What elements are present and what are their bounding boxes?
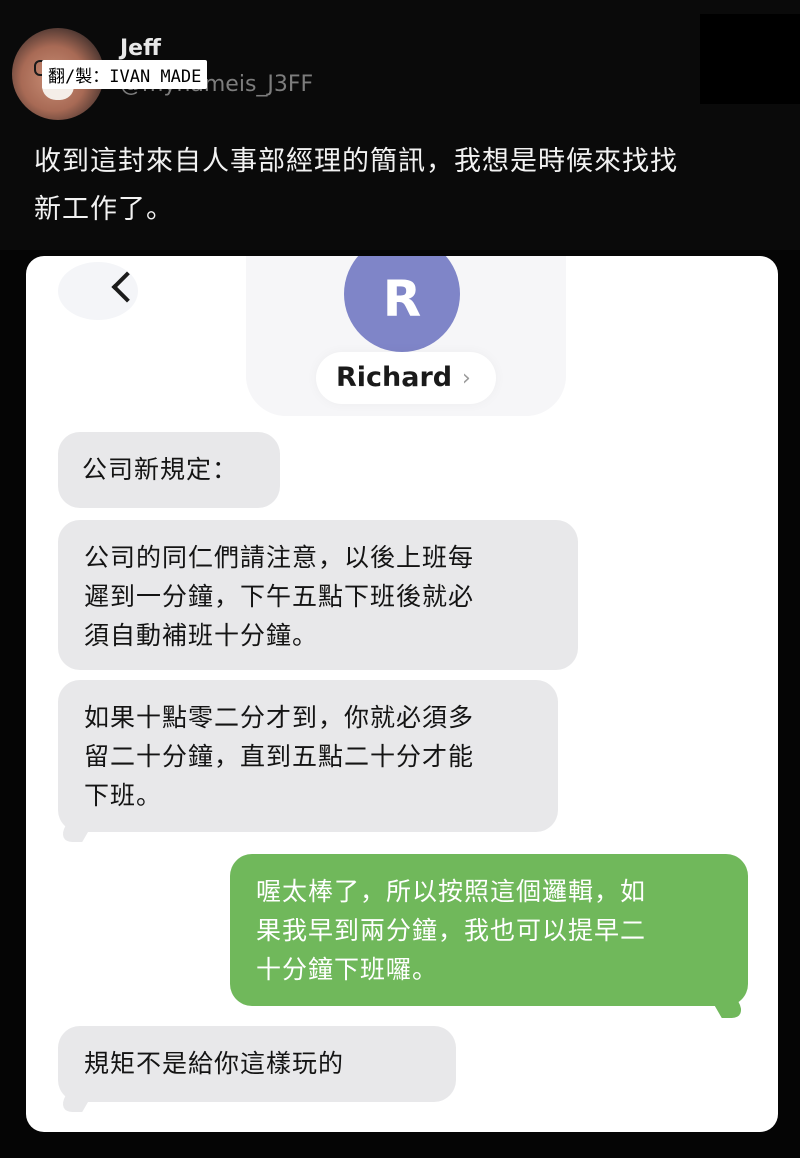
message-tail bbox=[710, 998, 748, 1018]
message-line: 須自動補班十分鐘。 bbox=[84, 621, 319, 650]
outgoing-message[interactable]: 喔太棒了，所以按照這個邏輯，如 果我早到兩分鐘，我也可以提早二 十分鐘下班囉。 bbox=[230, 854, 748, 1006]
post-text-line: 收到這封來自人事部經理的簡訊，我想是時候來找找 bbox=[34, 146, 678, 177]
post-header: Jeff @mynameis_J3FF 翻/製：IVAN MADE 收到這封來自… bbox=[0, 0, 800, 250]
contact-name-button[interactable]: Richard › bbox=[316, 352, 496, 404]
back-button[interactable] bbox=[58, 262, 143, 320]
credit-label: 翻/製：IVAN MADE bbox=[42, 60, 208, 89]
message-line: 果我早到兩分鐘，我也可以提早二 bbox=[256, 916, 647, 945]
display-name[interactable]: Jeff bbox=[120, 36, 161, 61]
message-line: 喔太棒了，所以按照這個邏輯，如 bbox=[256, 877, 647, 906]
message-line: 公司的同仁們請注意，以後上班每 bbox=[84, 543, 475, 572]
redacted-area bbox=[700, 14, 800, 104]
chevron-left-icon bbox=[111, 271, 143, 303]
message-line: 公司新規定： bbox=[82, 455, 239, 484]
chevron-right-icon: › bbox=[462, 366, 471, 391]
message-tail bbox=[56, 822, 94, 842]
post-text: 收到這封來自人事部經理的簡訊，我想是時候來找找 新工作了。 bbox=[34, 138, 774, 234]
incoming-message[interactable]: 如果十點零二分才到，你就必須多 留二十分鐘，直到五點二十分才能 下班。 bbox=[58, 680, 558, 832]
message-screenshot: R Richard › 公司新規定： 公司的同仁們請注意，以後上班每 遲到一分鐘… bbox=[26, 256, 778, 1132]
post-screenshot: Jeff @mynameis_J3FF 翻/製：IVAN MADE 收到這封來自… bbox=[0, 0, 800, 1158]
incoming-message[interactable]: 公司新規定： bbox=[58, 432, 280, 508]
message-tail bbox=[56, 1092, 94, 1112]
message-line: 十分鐘下班囉。 bbox=[256, 955, 439, 984]
incoming-message[interactable]: 規矩不是給你這樣玩的 bbox=[58, 1026, 456, 1102]
message-line: 下班。 bbox=[84, 781, 163, 810]
post-text-line: 新工作了。 bbox=[34, 194, 174, 225]
message-line: 如果十點零二分才到，你就必須多 bbox=[84, 703, 475, 732]
message-line: 留二十分鐘，直到五點二十分才能 bbox=[84, 742, 475, 771]
contact-name: Richard bbox=[336, 362, 453, 393]
incoming-message[interactable]: 公司的同仁們請注意，以後上班每 遲到一分鐘，下午五點下班後就必 須自動補班十分鐘… bbox=[58, 520, 578, 670]
message-line: 遲到一分鐘，下午五點下班後就必 bbox=[84, 582, 475, 611]
message-line: 規矩不是給你這樣玩的 bbox=[84, 1049, 345, 1078]
